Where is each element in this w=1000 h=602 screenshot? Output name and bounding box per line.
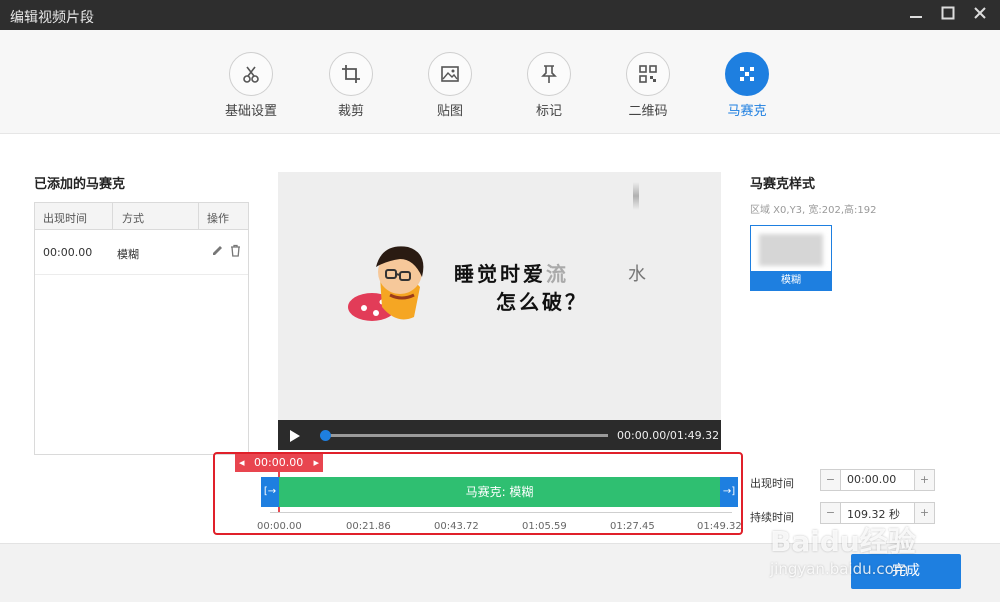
seek-bar[interactable]: [320, 430, 608, 441]
tab-label: 裁剪: [337, 104, 364, 119]
column-header-mode: 方式: [122, 212, 144, 225]
tab-label: 贴图: [436, 104, 463, 119]
mosaic-style-title: 马赛克样式: [750, 177, 816, 192]
tab-label: 马赛克: [727, 104, 767, 119]
appear-time-value[interactable]: 00:00.00: [847, 473, 896, 486]
time-display: 00:00.00/01:49.32: [617, 429, 720, 442]
title-bar: 编辑视频片段: [0, 0, 1000, 30]
player-controls: 00:00.00/01:49.32: [278, 420, 721, 450]
tab-mosaic[interactable]: 马赛克: [707, 52, 787, 119]
tab-qrcode[interactable]: 二维码: [608, 52, 688, 119]
table-row[interactable]: 00:00.00 模糊: [35, 230, 248, 275]
plus-icon[interactable]: +: [914, 503, 934, 523]
maximize-icon: [941, 6, 955, 20]
column-divider: [112, 203, 113, 230]
tab-sticker[interactable]: 贴图: [410, 52, 490, 119]
added-list-title: 已添加的马赛克: [34, 177, 126, 192]
maximize-button[interactable]: [938, 5, 958, 25]
tab-label: 二维码: [628, 104, 668, 119]
edit-video-window: 编辑视频片段 基础设置 裁剪 贴图 标记 二维码 马赛克 已添加的马赛克 出现时…: [0, 0, 1000, 602]
column-header-time: 出现时间: [43, 212, 87, 225]
appear-time-label: 出现时间: [750, 477, 794, 490]
region-info: 区域 X0,Y3, 宽:202,高:192: [750, 205, 877, 216]
caption-line-2: 怎么破？: [496, 290, 588, 314]
column-header-actions: 操作: [207, 212, 229, 225]
mosaic-icon: [725, 52, 769, 96]
window-title: 编辑视频片段: [10, 10, 94, 26]
delete-icon[interactable]: [229, 244, 242, 260]
feature-toolbar: 基础设置 裁剪 贴图 标记 二维码 马赛克: [0, 30, 1000, 134]
style-option-blur[interactable]: 模糊: [750, 225, 832, 291]
baidu-watermark: Baidu经验: [770, 525, 916, 558]
watermark-url: jingyan.baidu.com: [770, 560, 909, 578]
minimize-button[interactable]: [906, 5, 926, 25]
table-header: 出现时间 方式 操作: [35, 203, 248, 230]
mosaic-region-marker[interactable]: [633, 182, 639, 210]
highlight-frame: [213, 452, 743, 535]
row-time: 00:00.00: [43, 246, 93, 259]
pin-icon: [527, 52, 571, 96]
caption-line-1: 睡觉时爱流: [454, 258, 569, 287]
close-icon: [974, 7, 986, 19]
appear-time-stepper[interactable]: − 00:00.00 +: [820, 469, 935, 491]
close-button[interactable]: [970, 5, 990, 25]
cartoon-sticker: [348, 246, 424, 321]
caption-text: 睡觉时爱: [454, 262, 546, 286]
video-preview[interactable]: 睡觉时爱流 水 怎么破？ 00:00.00/01:49.32: [278, 172, 721, 450]
image-icon: [428, 52, 472, 96]
added-mosaic-table: 出现时间 方式 操作 00:00.00 模糊: [34, 202, 249, 455]
tab-label: 基础设置: [224, 104, 277, 119]
tab-basic-settings[interactable]: 基础设置: [211, 52, 291, 119]
minimize-icon: [910, 16, 922, 18]
blur-preview: [759, 234, 823, 266]
row-mode: 模糊: [117, 248, 139, 261]
scissors-icon: [229, 52, 273, 96]
tab-mark[interactable]: 标记: [509, 52, 589, 119]
minus-icon[interactable]: −: [821, 470, 841, 490]
crop-icon: [329, 52, 373, 96]
caption-text-faded: 流: [546, 262, 569, 286]
qrcode-icon: [626, 52, 670, 96]
caption-water: 水: [628, 264, 646, 285]
tab-label: 标记: [535, 104, 562, 119]
edit-icon[interactable]: [211, 244, 224, 260]
play-icon[interactable]: [288, 428, 302, 447]
style-option-label: 模糊: [751, 271, 831, 290]
seek-handle[interactable]: [320, 430, 331, 441]
tab-crop[interactable]: 裁剪: [311, 52, 391, 119]
column-divider: [198, 203, 199, 230]
plus-icon[interactable]: +: [914, 470, 934, 490]
